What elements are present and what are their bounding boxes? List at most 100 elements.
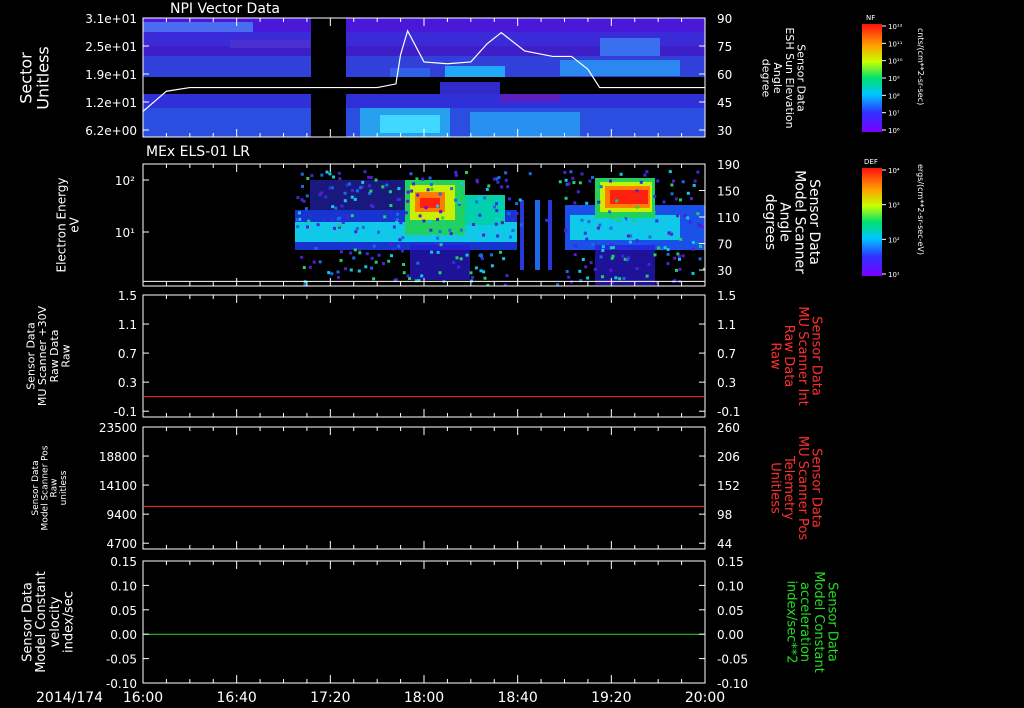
els-speckle-cell bbox=[367, 175, 371, 179]
els-speckle-cell bbox=[502, 257, 506, 261]
els-speckle-cell bbox=[371, 228, 375, 232]
npi-left-tick-label: 1.9e+01 bbox=[85, 68, 137, 82]
els-speckle-cell bbox=[412, 182, 416, 186]
els-speckle-cell bbox=[678, 267, 682, 271]
els-speckle-cell bbox=[597, 200, 601, 204]
els-speckle-cell bbox=[361, 225, 365, 229]
els-speckle-cell bbox=[494, 222, 498, 226]
els-speckle-cell bbox=[350, 195, 354, 199]
els-speckle-cell bbox=[693, 179, 697, 183]
els-speckle-cell bbox=[330, 272, 334, 276]
velocity-right-tick-label: -0.05 bbox=[717, 653, 748, 667]
els-speckle-cell bbox=[609, 246, 613, 250]
els-speckle-cell bbox=[340, 204, 344, 208]
els-speckle-cell bbox=[391, 247, 395, 251]
els-speckle-cell bbox=[328, 186, 332, 190]
els-speckle-cell bbox=[500, 221, 504, 225]
els-speckle-cell bbox=[438, 271, 442, 275]
els-speckle-cell bbox=[635, 189, 639, 193]
els-speckle-cell bbox=[336, 270, 340, 274]
els-speckle-cell bbox=[338, 177, 342, 181]
els-speckle-cell bbox=[632, 218, 636, 222]
els-speckle-cell bbox=[344, 267, 347, 271]
els-right-tick-label: 190 bbox=[717, 158, 740, 172]
els-speckle-cell bbox=[328, 172, 332, 176]
velocity-right-tick-label: 0.05 bbox=[717, 604, 744, 618]
els-speckle-cell bbox=[509, 235, 512, 239]
els-speckle-cell bbox=[518, 198, 522, 202]
npi-heatmap bbox=[143, 18, 705, 137]
els-speckle-cell bbox=[564, 228, 568, 232]
els-speckle-cell bbox=[666, 262, 670, 266]
els-speckle-cell bbox=[389, 242, 393, 246]
els-speckle-cell bbox=[657, 246, 660, 250]
els-speckle-cell bbox=[558, 180, 562, 184]
colorbar-def-tick-label: 10³ bbox=[888, 202, 900, 210]
els-speckle-cell bbox=[396, 212, 399, 216]
velocity-y2label: index/sec**2 bbox=[784, 580, 799, 663]
els-speckle-cell bbox=[363, 170, 367, 174]
els-speckle-cell bbox=[647, 262, 651, 266]
mu30v-ylabel: Raw bbox=[59, 344, 72, 367]
els-speckle-cell bbox=[306, 225, 309, 229]
els-speckle-cell bbox=[611, 217, 615, 221]
mu30v-left-tick-label: 1.1 bbox=[118, 318, 137, 332]
els-speckle-cell bbox=[404, 211, 408, 215]
els-speckle-cell bbox=[408, 277, 411, 280]
els-speckle-cell bbox=[369, 203, 373, 207]
panel-npi: NPI Vector Data 3.1e+012.5e+011.9e+011.2… bbox=[17, 1, 808, 138]
mu30v-right-tick-label: 0.3 bbox=[717, 376, 736, 390]
velocity-left-tick-label: 0.10 bbox=[110, 579, 137, 593]
els-speckle-cell bbox=[511, 218, 515, 222]
colorbar-nf-tick-label: 10¹² bbox=[888, 23, 903, 31]
els-speckle-cell bbox=[310, 174, 314, 178]
els-speckle-cell bbox=[493, 205, 496, 209]
els-speckle-cell bbox=[339, 258, 343, 262]
colorbar-nf-tick-label: 10⁶ bbox=[888, 127, 900, 135]
velocity-left-tick-label: 0.05 bbox=[110, 604, 137, 618]
els-speckle-cell bbox=[610, 256, 614, 260]
mu30v-right-tick-label: 1.5 bbox=[717, 289, 736, 303]
els-speckle-cell bbox=[679, 198, 682, 202]
els-speckle-cell bbox=[670, 183, 674, 187]
els-speckle-cell bbox=[478, 213, 482, 217]
els-speckle-cell bbox=[374, 260, 378, 264]
scanpos-right-tick-label: 206 bbox=[717, 450, 740, 464]
els-speckle-cell bbox=[296, 196, 300, 200]
els-speckle-cell bbox=[365, 252, 369, 256]
els-speckle-cell bbox=[617, 219, 621, 223]
els-speckle-cell bbox=[653, 194, 657, 198]
npi-left-tick-label: 6.2e+00 bbox=[85, 124, 137, 138]
els-speckle-cell bbox=[563, 170, 567, 174]
els-speckle-cell bbox=[678, 257, 681, 261]
els-speckle-cell bbox=[331, 205, 335, 209]
colorbar-nf-tick-label: 10⁹ bbox=[888, 75, 900, 83]
els-speckle-cell bbox=[621, 254, 625, 258]
els-speckle-cell bbox=[676, 214, 679, 218]
els-speckle-cell bbox=[460, 182, 464, 186]
els-speckle-cell bbox=[430, 187, 434, 191]
els-speckle-cell bbox=[353, 197, 357, 201]
els-speckle-cell bbox=[679, 237, 683, 241]
scanpos-left-tick-label: 4700 bbox=[106, 537, 137, 551]
npi-left-tick-label: 1.2e+01 bbox=[85, 96, 137, 110]
mu30v-left-tick-label: 1.5 bbox=[118, 289, 137, 303]
els-speckle-cell bbox=[490, 253, 493, 257]
els-right-tick-label: 30 bbox=[717, 264, 732, 278]
els-speckle-cell bbox=[300, 172, 304, 176]
els-speckle-cell bbox=[601, 249, 605, 252]
els-speckle-cell bbox=[324, 195, 328, 199]
velocity-left-tick-label: 0.15 bbox=[110, 555, 137, 569]
els-speckle-cell bbox=[358, 247, 362, 251]
els-speckle-cell bbox=[623, 224, 627, 228]
time-tick-label: 16:40 bbox=[216, 690, 256, 706]
els-speckle-cell bbox=[479, 269, 483, 273]
els-speckle-cell bbox=[576, 190, 580, 194]
npi-y2label: degree bbox=[760, 59, 773, 98]
colorbar-nf-tick-label: 10⁷ bbox=[888, 110, 900, 118]
scanpos-left-tick-label: 14100 bbox=[99, 479, 137, 493]
els-speckle-cell bbox=[369, 189, 373, 193]
els-speckle-cell bbox=[496, 234, 500, 238]
time-tick-label: 17:20 bbox=[310, 690, 350, 706]
els-speckle-cell bbox=[692, 183, 696, 187]
